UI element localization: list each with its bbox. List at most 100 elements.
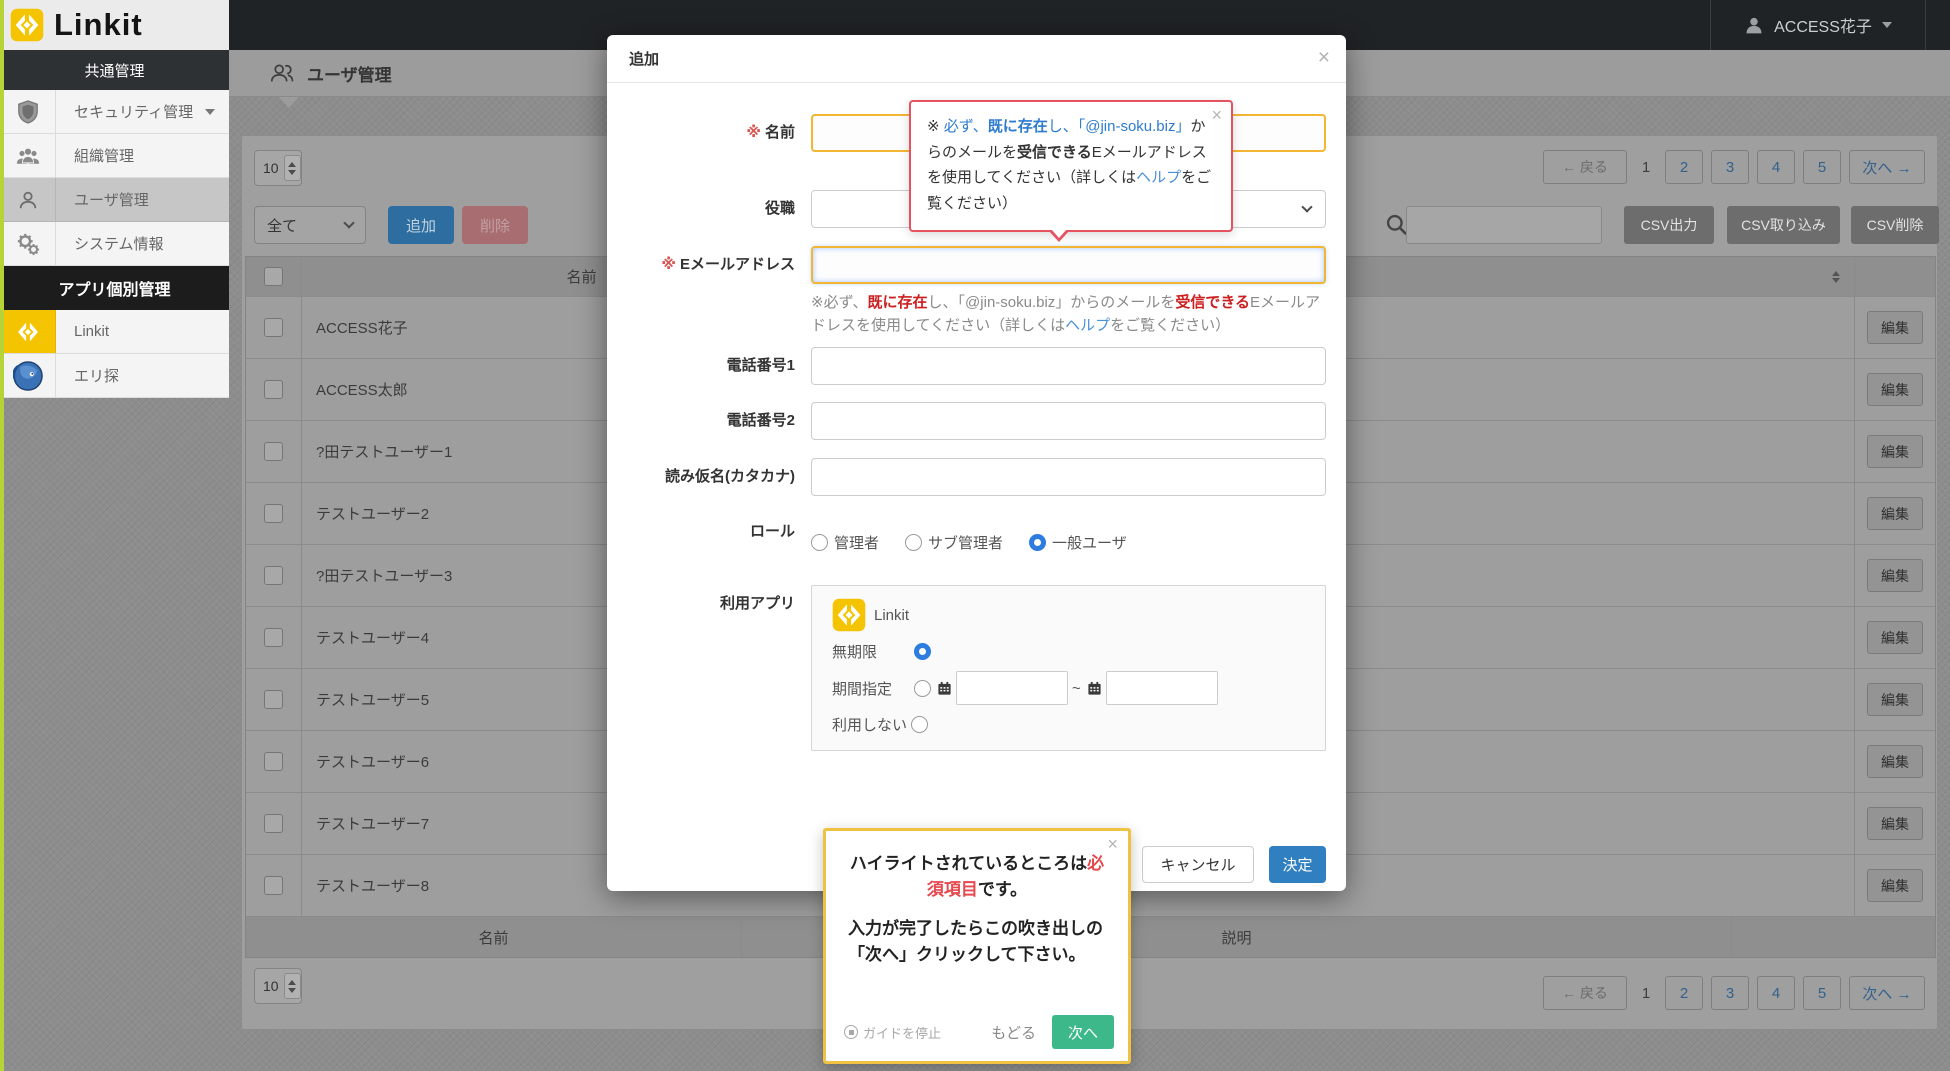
row-checkbox[interactable]	[264, 318, 283, 337]
stepper-arrows-icon[interactable]	[283, 973, 301, 999]
pagination-next-button[interactable]: 次へ →	[1849, 976, 1925, 1010]
radio-selected-icon[interactable]	[1029, 534, 1047, 551]
period-start-field[interactable]	[956, 671, 1068, 705]
sidebar-item-users[interactable]: ユーザ管理	[0, 178, 229, 222]
row-checkbox[interactable]	[264, 504, 283, 523]
radio-icon[interactable]	[914, 679, 931, 697]
cancel-button[interactable]: キャンセル	[1142, 846, 1254, 883]
kana-label: 読み仮名(カタカナ)	[665, 468, 795, 485]
pagination-page-button[interactable]: 5	[1803, 976, 1841, 1010]
edit-button[interactable]: 編集	[1867, 435, 1923, 468]
row-checkbox[interactable]	[264, 442, 283, 461]
help-link[interactable]: ヘルプ	[1065, 317, 1110, 334]
stop-guide-button[interactable]: ガイドを停止	[844, 1023, 941, 1042]
sidebar-item-system-info[interactable]: システム情報	[0, 222, 229, 266]
phone1-field[interactable]	[811, 347, 1326, 385]
pagination-page-button[interactable]: 4	[1757, 976, 1795, 1010]
sidebar-item-eritan[interactable]: エリ探	[0, 354, 229, 398]
edit-button[interactable]: 編集	[1867, 497, 1923, 530]
radio-selected-icon[interactable]	[914, 643, 931, 660]
select-all-checkbox[interactable]	[264, 267, 283, 286]
close-icon[interactable]: ×	[1318, 47, 1330, 68]
pagination-page-current[interactable]: 1	[1635, 976, 1657, 1010]
pagination-next-button[interactable]: 次へ →	[1849, 150, 1925, 184]
email-field[interactable]	[811, 246, 1326, 284]
csv-delete-button[interactable]: CSV削除	[1851, 206, 1939, 244]
row-checkbox[interactable]	[264, 628, 283, 647]
role-option-general[interactable]: 一般ユーザ	[1029, 532, 1127, 553]
email-label: ※ Eメールアドレス	[661, 256, 795, 273]
edit-button[interactable]: 編集	[1867, 683, 1923, 716]
edit-button[interactable]: 編集	[1867, 559, 1923, 592]
linkit-app-icon	[832, 598, 866, 632]
guide-back-button[interactable]: もどる	[991, 1022, 1036, 1043]
pagination-page-button[interactable]: 2	[1665, 150, 1703, 184]
edit-button[interactable]: 編集	[1867, 807, 1923, 840]
add-button[interactable]: 追加	[388, 206, 454, 244]
kana-field[interactable]	[811, 458, 1326, 496]
edit-button[interactable]: 編集	[1867, 869, 1923, 902]
role-option-subadmin[interactable]: サブ管理者	[905, 532, 1003, 553]
help-link[interactable]: ヘルプ	[1136, 169, 1181, 186]
users-icon	[270, 64, 294, 82]
phone2-label: 電話番号2	[726, 412, 795, 429]
search-input[interactable]	[1406, 206, 1602, 244]
edit-button[interactable]: 編集	[1867, 745, 1923, 778]
role-label: ロール	[749, 523, 795, 540]
radio-icon[interactable]	[905, 534, 923, 551]
pagination-prev-button[interactable]: ← 戻る	[1543, 976, 1627, 1010]
column-header-edit	[1855, 257, 1935, 296]
phone1-label: 電話番号1	[726, 357, 795, 374]
pagination-page-button[interactable]: 3	[1711, 150, 1749, 184]
user-icon	[0, 178, 56, 221]
pagination-page-button[interactable]: 5	[1803, 150, 1841, 184]
role-option-admin[interactable]: 管理者	[811, 532, 879, 553]
edit-button[interactable]: 編集	[1867, 311, 1923, 344]
close-icon[interactable]: ×	[1211, 106, 1222, 124]
period-end-field[interactable]	[1105, 671, 1218, 705]
phone2-field[interactable]	[811, 402, 1326, 440]
submit-button[interactable]: 決定	[1269, 846, 1326, 883]
radio-icon[interactable]	[911, 716, 929, 733]
eritan-app-icon	[0, 354, 56, 397]
row-checkbox[interactable]	[264, 690, 283, 709]
pagination-page-button[interactable]: 2	[1665, 976, 1703, 1010]
close-icon[interactable]: ×	[1107, 835, 1118, 853]
page-size-value: 10	[263, 160, 279, 176]
edit-button[interactable]: 編集	[1867, 621, 1923, 654]
radio-icon[interactable]	[811, 534, 828, 551]
logo-block[interactable]: Linkit	[0, 0, 229, 50]
app-name: Linkit	[874, 606, 910, 624]
sidebar-item-linkit[interactable]: Linkit	[0, 310, 229, 354]
filter-select[interactable]: 全て	[254, 206, 366, 244]
role-options: 管理者 サブ管理者 一般ユーザ	[811, 532, 1127, 553]
row-checkbox[interactable]	[264, 380, 283, 399]
sidebar-item-organization[interactable]: 組織管理	[0, 134, 229, 178]
email-note: ※必ず、既に存在し、「@jin-soku.biz」からのメールを受信できるEメー…	[811, 294, 1321, 335]
page-size-value: 10	[263, 978, 279, 994]
edit-button[interactable]: 編集	[1867, 373, 1923, 406]
page-size-stepper[interactable]: 10	[254, 150, 302, 186]
row-checkbox[interactable]	[264, 752, 283, 771]
csv-import-button[interactable]: CSV取り込み	[1727, 206, 1840, 244]
app-usage-box: Linkit 無期限 期間指定 ~ 利用しない	[811, 585, 1326, 751]
delete-button[interactable]: 削除	[462, 206, 528, 244]
user-menu[interactable]: ACCESS花子	[1710, 0, 1926, 50]
person-icon	[1746, 17, 1762, 34]
row-checkbox[interactable]	[264, 876, 283, 895]
row-checkbox[interactable]	[264, 814, 283, 833]
csv-export-button[interactable]: CSV出力	[1624, 206, 1714, 244]
guide-next-button[interactable]: 次へ	[1052, 1015, 1114, 1049]
pagination-prev-button[interactable]: ← 戻る	[1543, 150, 1627, 184]
user-name: ACCESS花子	[1774, 19, 1872, 36]
pagination-page-button[interactable]: 4	[1757, 150, 1795, 184]
guide-tooltip: × ハイライトされているところは必須項目です。 入力が完了したらこの吹き出しの「…	[823, 828, 1131, 1064]
row-checkbox[interactable]	[264, 566, 283, 585]
pagination-page-current[interactable]: 1	[1635, 150, 1657, 184]
organization-icon	[0, 134, 56, 177]
sort-icon[interactable]	[1832, 270, 1840, 283]
page-size-stepper-bottom[interactable]: 10	[254, 968, 302, 1004]
pagination-page-button[interactable]: 3	[1711, 976, 1749, 1010]
stepper-arrows-icon[interactable]	[283, 155, 301, 181]
sidebar-item-security[interactable]: セキュリティ管理	[0, 90, 229, 134]
